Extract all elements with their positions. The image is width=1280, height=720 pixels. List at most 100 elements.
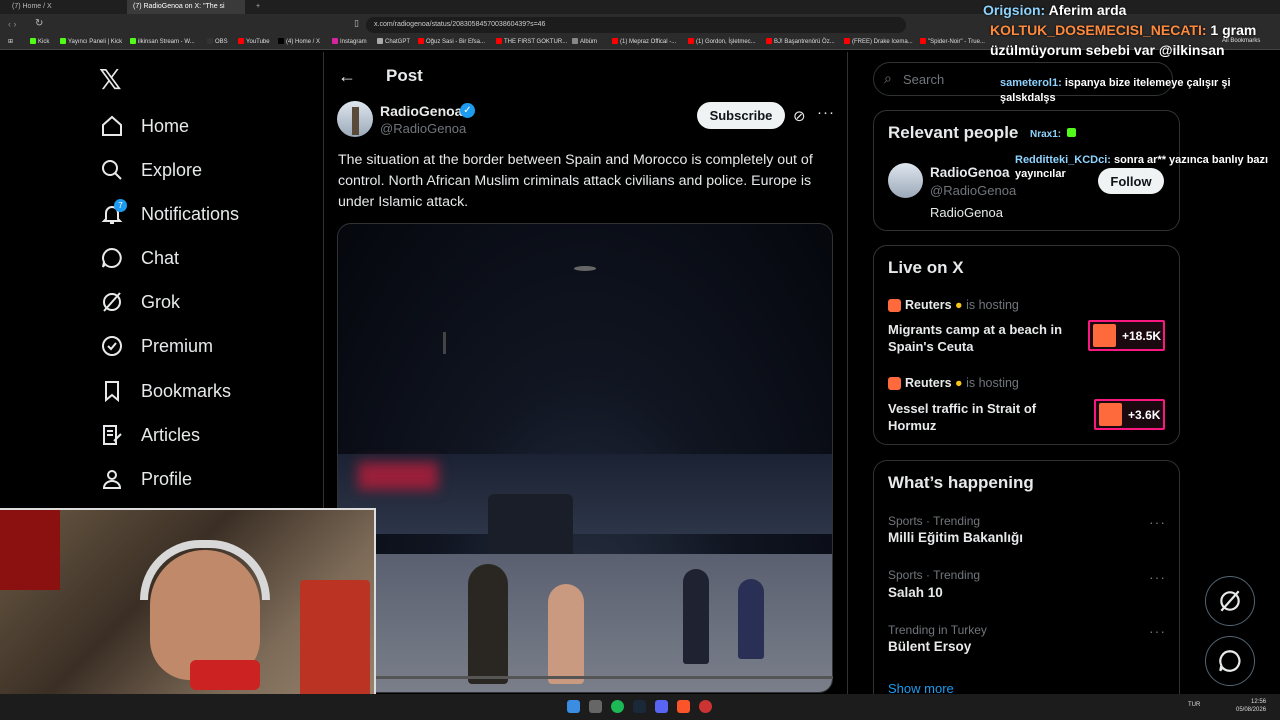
trend-name[interactable]: Bülent Ersoy xyxy=(888,639,971,654)
live-host[interactable]: Reuters ● is hosting xyxy=(905,376,1019,390)
chat-icon xyxy=(1219,650,1241,672)
author-name[interactable]: RadioGenoa xyxy=(380,103,462,119)
nav-home[interactable]: Home xyxy=(100,111,189,141)
bookmark-item[interactable]: Oğuz Sasi - Bir Efsa... xyxy=(418,38,485,45)
notification-badge: 7 xyxy=(114,199,127,212)
grok-icon xyxy=(103,292,121,312)
live-avatar-icon xyxy=(1099,403,1122,426)
bookmark-item[interactable]: Instagram xyxy=(332,38,367,45)
nav-grok[interactable]: Grok xyxy=(100,287,180,317)
messages-fab-button[interactable] xyxy=(1205,636,1255,686)
bookmark-item[interactable]: Kick xyxy=(30,38,49,45)
relevant-bio: RadioGenoa xyxy=(930,205,1003,220)
nav-bookmarks[interactable]: Bookmarks xyxy=(100,376,231,406)
chat-message: Redditteki_KCDci: sonra ar** yazınca ban… xyxy=(1015,154,1269,180)
more-options-icon[interactable]: ··· xyxy=(817,104,835,121)
url-bar[interactable]: x.com/radiogenoa/status/2083058457003860… xyxy=(366,17,906,33)
live-listener-count[interactable]: +3.6K xyxy=(1094,399,1165,430)
nav-label: Chat xyxy=(141,247,180,268)
bookmark-item[interactable]: BJ! Başantrenörü Öz... xyxy=(766,38,835,45)
nav-label: Grok xyxy=(141,291,181,312)
browser-tab-active[interactable]: (7) RadioGenoa on X: "The si xyxy=(127,0,245,14)
video-detail xyxy=(443,332,446,354)
trend-more-icon[interactable]: ··· xyxy=(1149,514,1166,530)
grok-fab-button[interactable] xyxy=(1205,576,1255,626)
reuters-logo-icon xyxy=(888,377,901,390)
avatar[interactable] xyxy=(337,101,373,137)
brave-icon[interactable] xyxy=(677,700,690,713)
bookmark-item[interactable]: OBS xyxy=(207,38,228,45)
live-host[interactable]: Reuters ● is hosting xyxy=(905,298,1019,312)
bookmark-item[interactable]: YouTube xyxy=(238,38,270,45)
video-progress-bar[interactable] xyxy=(337,676,833,679)
avatar[interactable] xyxy=(888,163,923,198)
trend-meta: Sports · Trending xyxy=(888,514,981,528)
chat-message: sameterol1: ispanya bize itelemeye çalış… xyxy=(1000,77,1231,104)
articles-icon xyxy=(103,425,122,445)
language-indicator[interactable]: TUR xyxy=(1188,702,1200,708)
bookmark-item[interactable]: ChatGPT xyxy=(377,38,410,45)
live-avatar-icon xyxy=(1093,324,1116,347)
browser-tab[interactable]: (7) Home / X xyxy=(6,0,124,14)
chat-message: KOLTUK_DOSEMECISI_NECATI: 1 gram üzülmüy… xyxy=(990,22,1257,58)
bookmark-item[interactable]: (1) Gordon, İşletmec... xyxy=(688,38,756,45)
nav-profile[interactable]: Profile xyxy=(100,464,192,494)
grok-icon xyxy=(1220,590,1240,612)
author-handle[interactable]: @RadioGenoa xyxy=(380,121,466,136)
start-icon[interactable] xyxy=(567,700,580,713)
back-nav-icon[interactable]: ‹ › xyxy=(8,19,17,29)
reload-icon[interactable]: ↻ xyxy=(35,18,43,29)
taskview-icon[interactable] xyxy=(589,700,602,713)
chat-message: Origsion: Aferim arda xyxy=(983,2,1127,18)
panel-title: Relevant people xyxy=(888,123,1019,142)
trend-name[interactable]: Salah 10 xyxy=(888,585,943,600)
trend-more-icon[interactable]: ··· xyxy=(1149,569,1166,585)
trend-meta: Sports · Trending xyxy=(888,568,981,582)
nav-explore[interactable]: Explore xyxy=(100,155,202,185)
relevant-handle[interactable]: @RadioGenoa xyxy=(930,183,1016,198)
live-title[interactable]: Vessel traffic in Strait of Hormuz xyxy=(888,400,1078,434)
search-icon: ⌕ xyxy=(884,70,892,86)
nav-notifications[interactable]: 7 Notifications xyxy=(100,199,239,229)
panel-title: Live on X xyxy=(888,258,964,277)
bookmark-item[interactable]: ilkinsan Stream - W... xyxy=(130,38,195,45)
obs-icon[interactable] xyxy=(699,700,712,713)
nav-articles[interactable]: Articles xyxy=(100,420,200,450)
live-listener-count[interactable]: +18.5K xyxy=(1088,320,1165,351)
steam-icon[interactable] xyxy=(633,700,646,713)
clock[interactable]: 12:56 05/08/2026 xyxy=(1236,698,1266,714)
bookmark-item[interactable]: "Spider-Noir" - True... xyxy=(920,38,985,45)
relevant-name[interactable]: RadioGenoa xyxy=(930,165,1010,180)
nav-label: Profile xyxy=(141,468,193,489)
grok-explain-icon[interactable]: ⊘ xyxy=(793,107,806,125)
nav-label: Bookmarks xyxy=(141,380,232,401)
chat-message: Nrax1: xyxy=(1030,128,1076,140)
bookmark-item[interactable]: (4) Home / X xyxy=(278,38,320,45)
bookmark-item[interactable]: (FREE) Drake Icema... xyxy=(844,38,913,45)
spotify-icon[interactable] xyxy=(611,700,624,713)
new-tab-button[interactable]: + xyxy=(250,0,262,14)
bookmark-icon xyxy=(105,381,119,403)
subscribe-button[interactable]: Subscribe xyxy=(697,102,785,129)
bookmark-item[interactable]: (1) Mepraz Offical -... xyxy=(612,38,676,45)
bookmark-item[interactable]: Albüm xyxy=(572,38,597,45)
emote-icon xyxy=(1066,128,1076,137)
search-icon xyxy=(102,160,122,180)
discord-icon[interactable] xyxy=(655,700,668,713)
back-arrow-icon[interactable]: ← xyxy=(338,66,356,87)
trend-name[interactable]: Milli Eğitim Bakanlığı xyxy=(888,530,1023,545)
x-logo-icon[interactable]: 𝕏 xyxy=(99,63,122,96)
bookmark-item[interactable]: THE FIRST GOKTUR... xyxy=(496,38,567,45)
live-title[interactable]: Migrants camp at a beach in Spain's Ceut… xyxy=(888,321,1078,355)
police-light xyxy=(358,462,438,490)
bookmark-item[interactable]: Yayıncı Paneli | Kick xyxy=(60,38,122,45)
reuters-logo-icon xyxy=(888,299,901,312)
apps-icon[interactable]: ⊞ xyxy=(8,38,13,45)
nav-premium[interactable]: Premium xyxy=(100,331,213,361)
trend-more-icon[interactable]: ··· xyxy=(1149,623,1166,639)
bookmark-page-icon[interactable]: ▯ xyxy=(354,18,359,29)
post-video[interactable] xyxy=(337,223,833,693)
verified-badge-icon: ✓ xyxy=(460,103,475,118)
nav-chat[interactable]: Chat xyxy=(100,243,179,273)
home-icon xyxy=(102,115,122,136)
